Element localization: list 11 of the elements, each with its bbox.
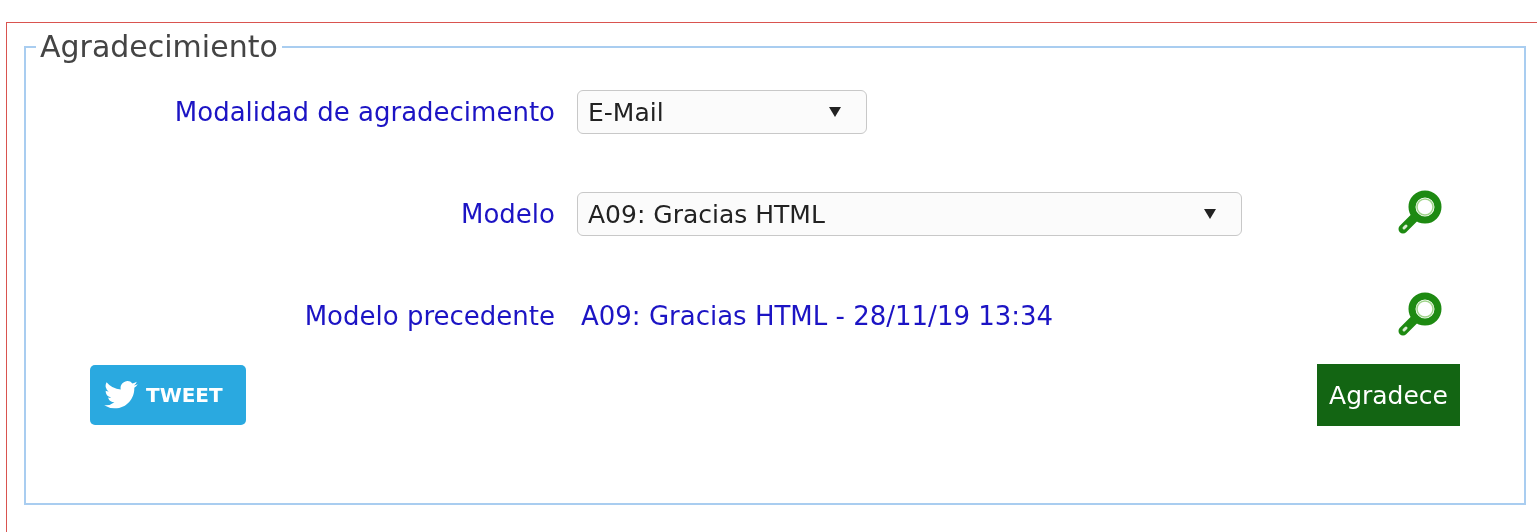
dropdown[interactable]: A09: Gracias HTML (577, 192, 1242, 236)
bird-icon (104, 381, 138, 409)
caret-icon (1203, 208, 1217, 220)
section-title: Agradecimiento (39, 29, 279, 64)
field-label: Modalidad de agradecimento (173, 97, 555, 127)
field-value: A09: Gracias HTML - 28/11/19 13:34 (581, 301, 1054, 331)
field-label: Modelo precedente (303, 301, 555, 331)
caret-icon (828, 106, 842, 118)
field-label: Modelo (460, 199, 555, 229)
submit-button[interactable]: Agradece (1317, 364, 1460, 426)
dropdown[interactable]: E-Mail (577, 90, 867, 134)
